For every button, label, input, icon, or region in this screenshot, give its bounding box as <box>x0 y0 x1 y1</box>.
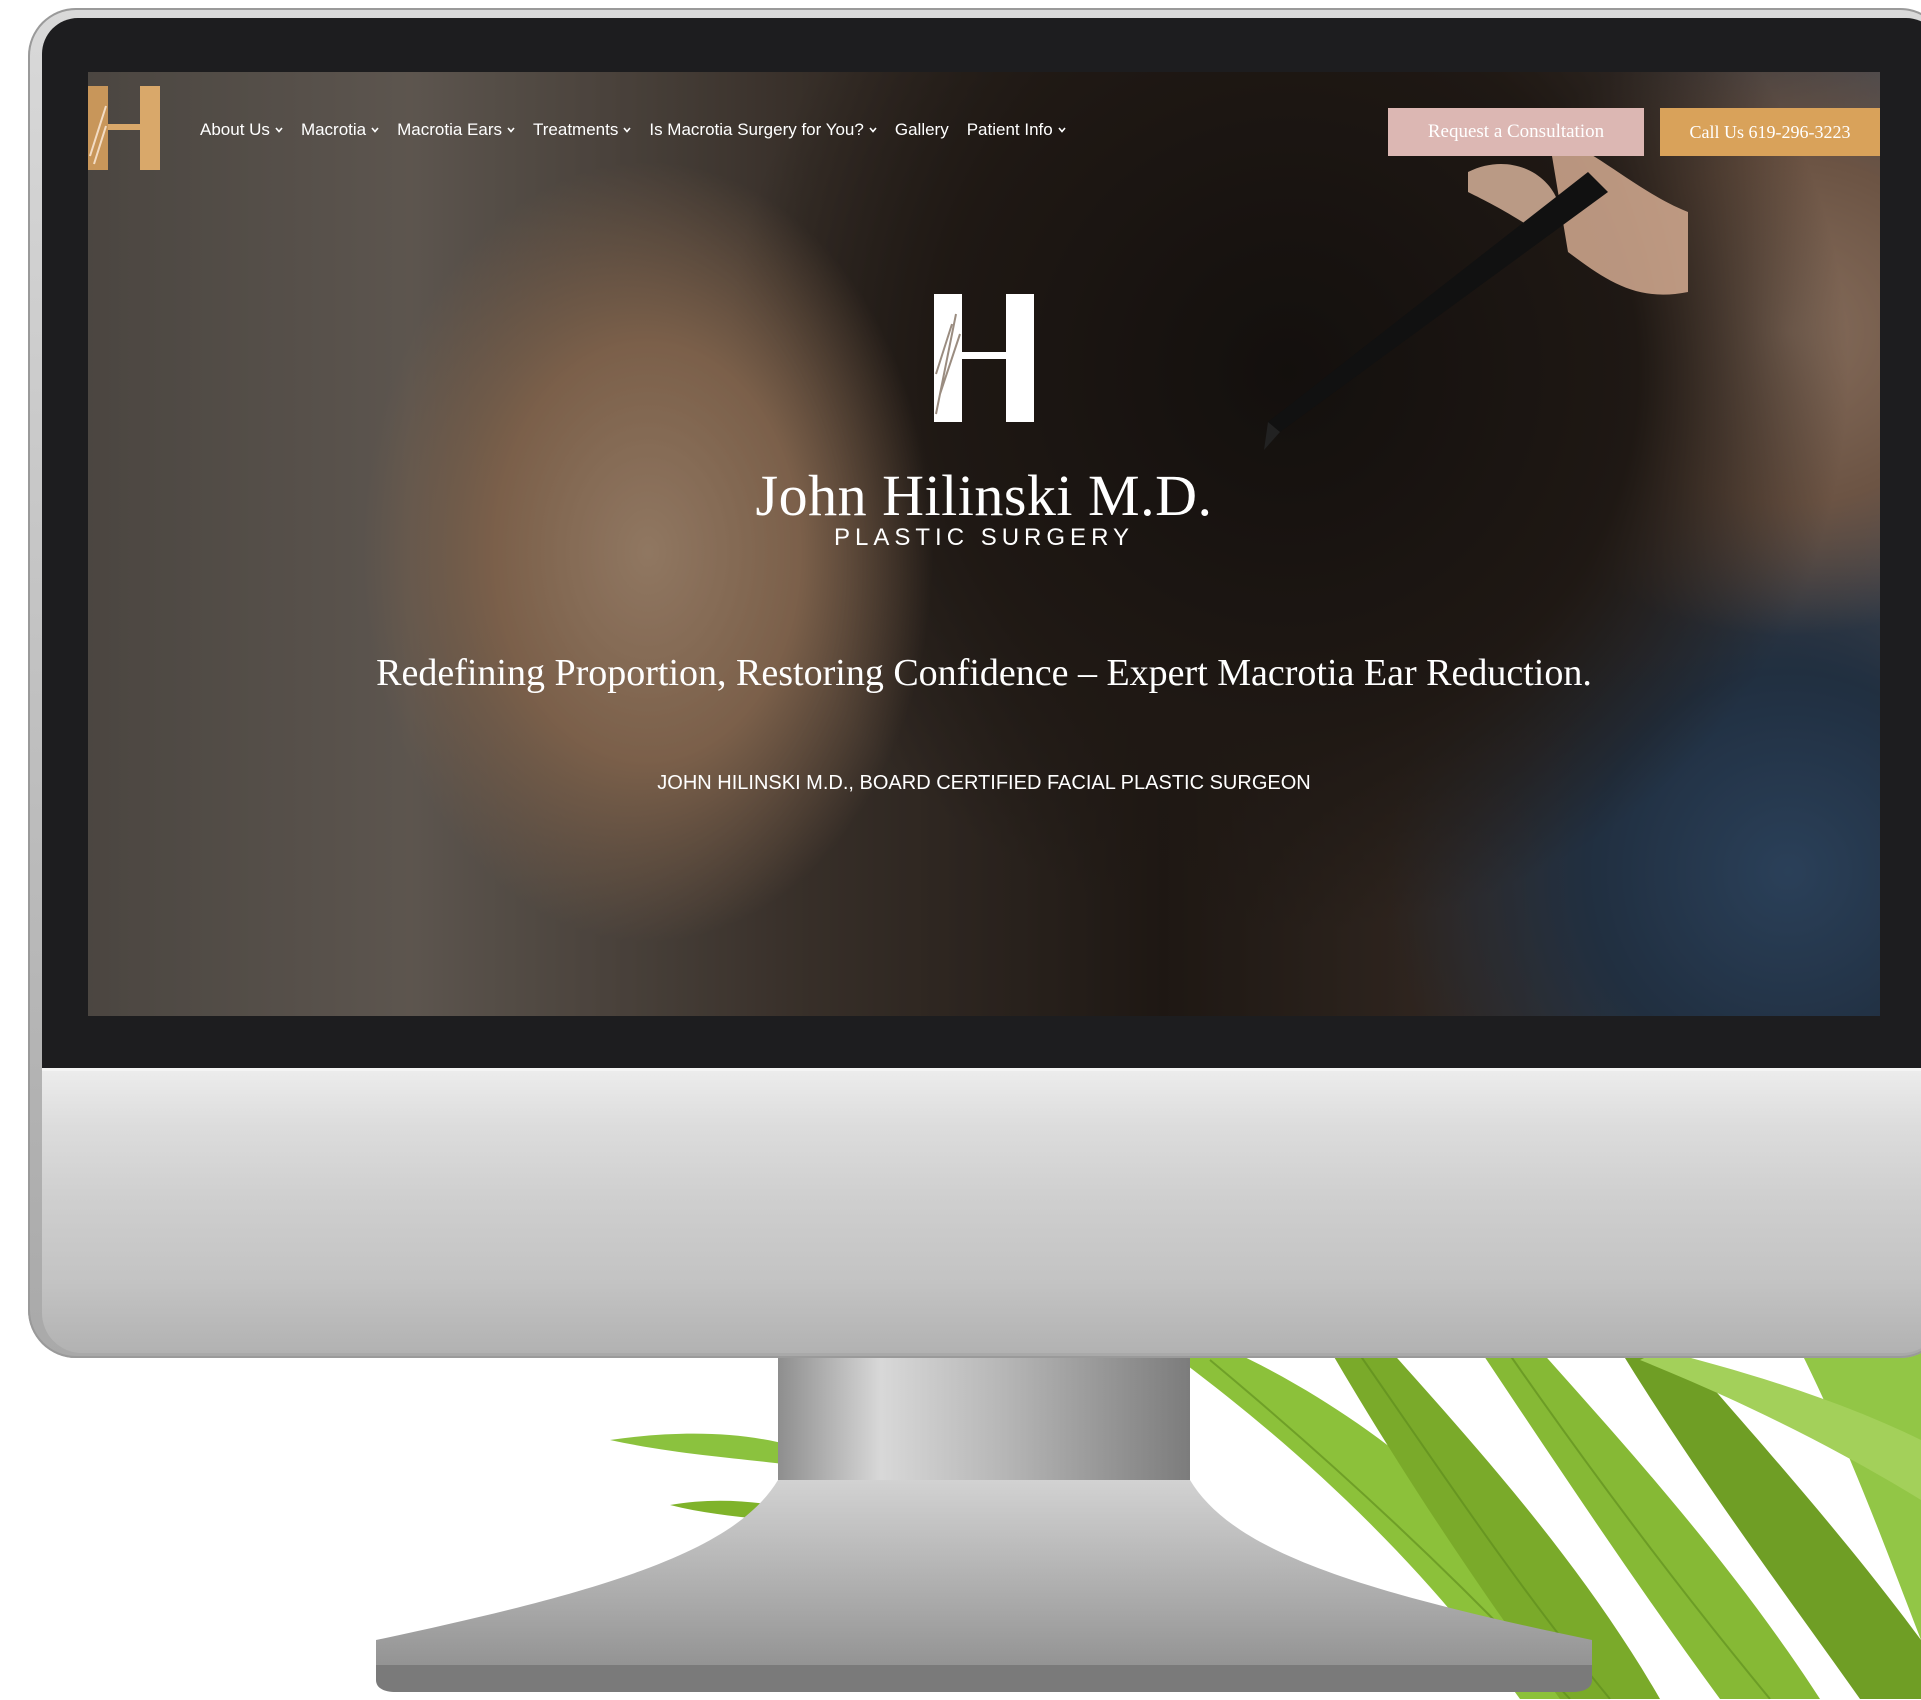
nav-label: Macrotia Ears <box>397 120 502 139</box>
brand-name: John Hilinski M.D. <box>755 463 1213 528</box>
nav-patient-info[interactable]: Patient Info <box>967 120 1066 140</box>
site-header: About Us Macrotia Macrotia Ears Treatmen… <box>88 72 1880 182</box>
website-screen: About Us Macrotia Macrotia Ears Treatmen… <box>88 72 1880 1016</box>
chevron-down-icon <box>623 127 631 133</box>
nav-label: About Us <box>200 120 270 139</box>
hero-tagline: Redefining Proportion, Restoring Confide… <box>376 652 1592 694</box>
monitor-chin <box>42 1068 1921 1353</box>
nav-macrotia[interactable]: Macrotia <box>301 120 379 140</box>
nav-label: Is Macrotia Surgery for You? <box>649 120 864 139</box>
hero-subline: JOHN HILINSKI M.D., BOARD CERTIFIED FACI… <box>657 772 1311 794</box>
nav-about-us[interactable]: About Us <box>200 120 283 140</box>
nav-gallery[interactable]: Gallery <box>895 120 949 140</box>
nav-label: Treatments <box>533 120 619 139</box>
nav-treatments[interactable]: Treatments <box>533 120 631 140</box>
nav-label: Gallery <box>894 120 949 139</box>
chevron-down-icon <box>371 127 379 133</box>
chevron-down-icon <box>869 127 877 133</box>
h-monogram-hero-logo <box>934 294 1034 422</box>
nav-label: Patient Info <box>966 120 1053 139</box>
hero-photo-pen <box>1264 132 1688 450</box>
request-consultation-button[interactable]: Request a Consultation <box>1388 108 1644 156</box>
nav-macrotia-ears[interactable]: Macrotia Ears <box>397 120 515 140</box>
chevron-down-icon <box>1058 127 1066 133</box>
brand-subtitle: PLASTIC SURGERY <box>834 524 1134 551</box>
nav-label: Macrotia <box>300 120 367 139</box>
chevron-down-icon <box>275 127 283 133</box>
main-nav: About Us Macrotia Macrotia Ears Treatmen… <box>200 120 1066 140</box>
nav-is-macrotia-surgery-for-you[interactable]: Is Macrotia Surgery for You? <box>649 120 877 140</box>
chevron-down-icon <box>507 127 515 133</box>
call-us-button[interactable]: Call Us 619-296-3223 <box>1660 108 1880 156</box>
monitor-stand-base <box>376 1480 1592 1692</box>
h-monogram-logo[interactable] <box>88 86 164 170</box>
